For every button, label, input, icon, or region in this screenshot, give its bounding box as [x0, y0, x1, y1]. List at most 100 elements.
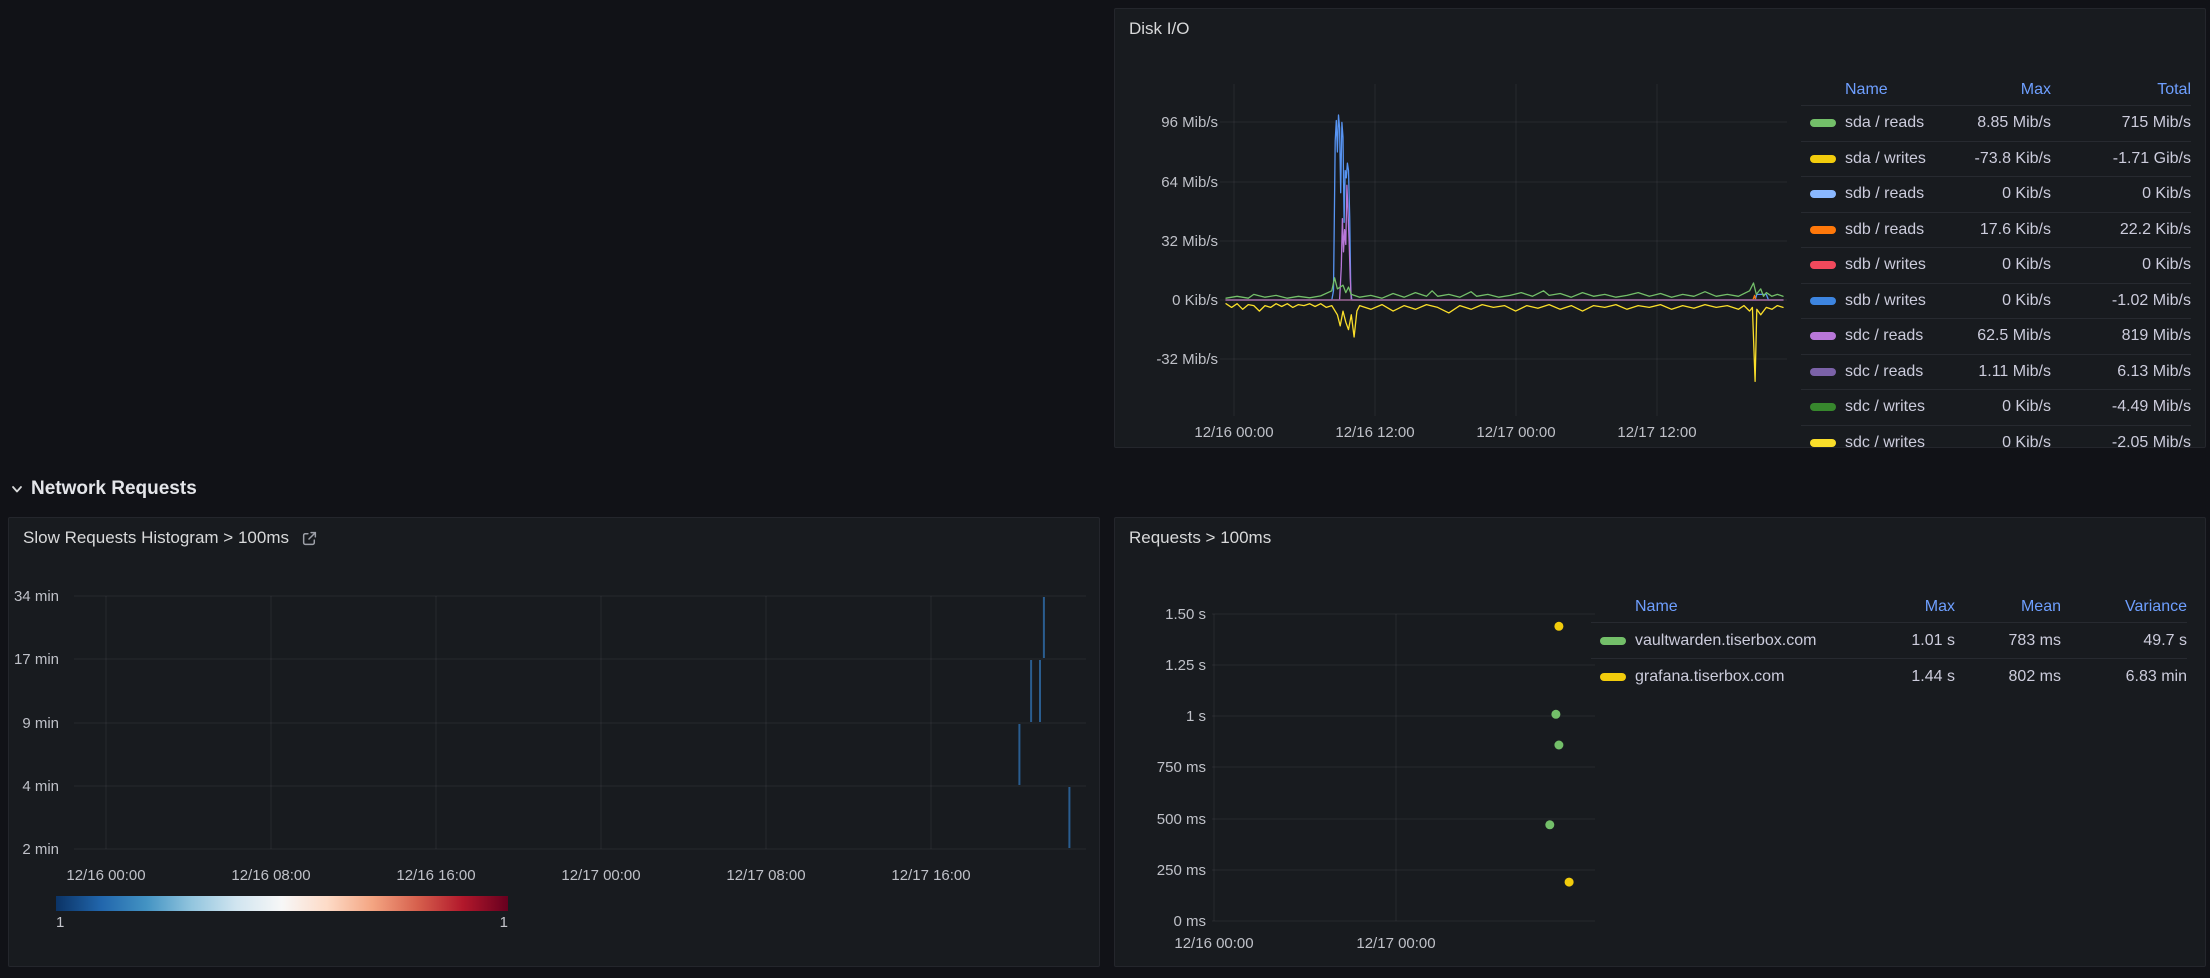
- legend-column-header-max[interactable]: Max: [1946, 81, 2051, 99]
- legend-series-name[interactable]: sdb / reads: [1845, 221, 1946, 239]
- external-link-icon[interactable]: [301, 530, 318, 547]
- panel-title-requests[interactable]: Requests > 100ms: [1129, 528, 1271, 548]
- scatter-points: [1545, 622, 1573, 887]
- svg-text:750 ms: 750 ms: [1157, 759, 1206, 776]
- disk-io-legend-table: NameMaxTotalsda / reads8.85 Mib/s715 Mib…: [1801, 75, 2197, 448]
- series-color-pill[interactable]: [1810, 332, 1836, 340]
- legend-value-max: 1.11 Mib/s: [1946, 363, 2051, 381]
- series-color-pill[interactable]: [1810, 403, 1836, 411]
- panel-title-slow-requests[interactable]: Slow Requests Histogram > 100ms: [23, 528, 289, 548]
- legend-column-header-variance[interactable]: Variance: [2061, 598, 2187, 616]
- legend-series-name[interactable]: sda / reads: [1845, 114, 1946, 132]
- legend-row[interactable]: sdb / writes0 Kib/s0 Kib/s: [1801, 247, 2191, 283]
- legend-row[interactable]: sdc / writes0 Kib/s-4.49 Mib/s: [1801, 389, 2191, 425]
- legend-series-name[interactable]: sdc / reads: [1845, 327, 1946, 345]
- legend-series-color-cell: [1591, 637, 1635, 645]
- legend-series-color-cell: [1801, 261, 1845, 269]
- legend-header-row: NameMaxMeanVariance: [1591, 592, 2187, 622]
- legend-row[interactable]: sdc / writes0 Kib/s-2.05 Mib/s: [1801, 425, 2191, 449]
- series-color-pill[interactable]: [1810, 439, 1836, 447]
- legend-row[interactable]: grafana.tiserbox.com1.44 s802 ms6.83 min: [1591, 658, 2187, 694]
- legend-series-color-cell: [1801, 190, 1845, 198]
- legend-series-color-cell: [1801, 226, 1845, 234]
- legend-value-variance: 6.83 min: [2061, 668, 2187, 686]
- series-color-pill[interactable]: [1810, 190, 1836, 198]
- x-axis-labels: 12/16 00:0012/16 08:0012/16 16:0012/17 0…: [66, 867, 970, 884]
- series-line: [1226, 115, 1783, 300]
- series-color-pill[interactable]: [1810, 297, 1836, 305]
- svg-text:12/16 16:00: 12/16 16:00: [396, 867, 475, 884]
- section-network-requests[interactable]: Network Requests: [10, 477, 197, 501]
- series-color-pill[interactable]: [1810, 119, 1836, 127]
- legend-header-row: NameMaxTotal: [1801, 75, 2191, 105]
- legend-value-max: 8.85 Mib/s: [1946, 114, 2051, 132]
- legend-row[interactable]: vaultwarden.tiserbox.com1.01 s783 ms49.7…: [1591, 622, 2187, 658]
- svg-text:0 Kib/s: 0 Kib/s: [1172, 292, 1218, 309]
- y-axis-labels: 34 min17 min9 min4 min2 min: [14, 588, 59, 858]
- x-axis-labels: 12/16 00:0012/17 00:00: [1174, 935, 1435, 952]
- legend-row[interactable]: sdb / reads0 Kib/s0 Kib/s: [1801, 176, 2191, 212]
- y-axis-labels: 1.50 s1.25 s1 s750 ms500 ms250 ms0 ms: [1157, 606, 1206, 930]
- legend-row[interactable]: sdc / reads62.5 Mib/s819 Mib/s: [1801, 318, 2191, 354]
- legend-value-total: -1.71 Gib/s: [2051, 150, 2191, 168]
- legend-series-name[interactable]: sdb / writes: [1845, 292, 1946, 310]
- svg-text:12/17 08:00: 12/17 08:00: [726, 867, 805, 884]
- heatmap-color-scale-labels: 1 1: [56, 914, 508, 931]
- legend-series-name[interactable]: vaultwarden.tiserbox.com: [1635, 632, 1865, 650]
- svg-text:64 Mib/s: 64 Mib/s: [1161, 174, 1218, 191]
- svg-text:12/17 12:00: 12/17 12:00: [1617, 424, 1696, 441]
- legend-series-color-cell: [1801, 403, 1845, 411]
- legend-row[interactable]: sda / reads8.85 Mib/s715 Mib/s: [1801, 105, 2191, 141]
- series-color-pill[interactable]: [1600, 637, 1626, 645]
- legend-value-total: 22.2 Kib/s: [2051, 221, 2191, 239]
- legend-column-header-name[interactable]: Name: [1845, 81, 1946, 99]
- legend-series-name[interactable]: sdc / writes: [1845, 434, 1946, 448]
- series-line: [1226, 278, 1783, 298]
- svg-text:9 min: 9 min: [22, 715, 59, 732]
- heatmap-cell: [1030, 660, 1032, 722]
- legend-value-max: 62.5 Mib/s: [1946, 327, 2051, 345]
- panel-title-disk-io[interactable]: Disk I/O: [1129, 19, 1189, 39]
- series-color-pill[interactable]: [1810, 261, 1836, 269]
- legend-column-header-name[interactable]: Name: [1635, 598, 1865, 616]
- legend-column-header-total[interactable]: Total: [2051, 81, 2191, 99]
- legend-series-color-cell: [1801, 155, 1845, 163]
- disk-io-chart[interactable]: 96 Mib/s64 Mib/s32 Mib/s0 Kib/s-32 Mib/s…: [1121, 61, 1797, 446]
- legend-series-name[interactable]: sdb / writes: [1845, 256, 1946, 274]
- svg-text:17 min: 17 min: [14, 651, 59, 668]
- legend-row[interactable]: sdb / writes0 Kib/s-1.02 Mib/s: [1801, 283, 2191, 319]
- scatter-point: [1551, 710, 1560, 719]
- legend-series-name[interactable]: sda / writes: [1845, 150, 1946, 168]
- legend-row[interactable]: sda / writes-73.8 Kib/s-1.71 Gib/s: [1801, 141, 2191, 177]
- svg-text:12/16 08:00: 12/16 08:00: [231, 867, 310, 884]
- legend-value-max: 17.6 Kib/s: [1946, 221, 2051, 239]
- legend-series-name[interactable]: sdc / writes: [1845, 398, 1946, 416]
- series-color-pill[interactable]: [1810, 155, 1836, 163]
- legend-value-total: -4.49 Mib/s: [2051, 398, 2191, 416]
- scatter-point: [1545, 820, 1554, 829]
- requests-scatter-chart[interactable]: 1.50 s1.25 s1 s750 ms500 ms250 ms0 ms12/…: [1115, 578, 1655, 963]
- scatter-point: [1554, 622, 1563, 631]
- svg-text:1 s: 1 s: [1186, 708, 1206, 725]
- series-color-pill[interactable]: [1810, 368, 1836, 376]
- svg-text:2 min: 2 min: [22, 841, 59, 858]
- slow-requests-heatmap-chart[interactable]: 34 min17 min9 min4 min2 min12/16 00:0012…: [9, 578, 1099, 893]
- legend-column-header-mean[interactable]: Mean: [1955, 598, 2061, 616]
- legend-series-name[interactable]: sdb / reads: [1845, 185, 1946, 203]
- series-color-pill[interactable]: [1600, 673, 1626, 681]
- legend-row[interactable]: sdc / reads1.11 Mib/s6.13 Mib/s: [1801, 354, 2191, 390]
- heatmap-color-scale: [56, 896, 508, 911]
- legend-row[interactable]: sdb / reads17.6 Kib/s22.2 Kib/s: [1801, 212, 2191, 248]
- heatmap-cell: [1039, 660, 1041, 722]
- legend-column-header-max[interactable]: Max: [1865, 598, 1955, 616]
- legend-value-max: 0 Kib/s: [1946, 434, 2051, 448]
- legend-value-max: 0 Kib/s: [1946, 292, 2051, 310]
- heatmap-cell: [1068, 787, 1070, 848]
- legend-series-color-cell: [1801, 297, 1845, 305]
- legend-series-name[interactable]: sdc / reads: [1845, 363, 1946, 381]
- legend-value-max: 0 Kib/s: [1946, 398, 2051, 416]
- legend-series-name[interactable]: grafana.tiserbox.com: [1635, 668, 1865, 686]
- legend-value-max: 1.01 s: [1865, 632, 1955, 650]
- series-color-pill[interactable]: [1810, 226, 1836, 234]
- scatter-point: [1565, 878, 1574, 887]
